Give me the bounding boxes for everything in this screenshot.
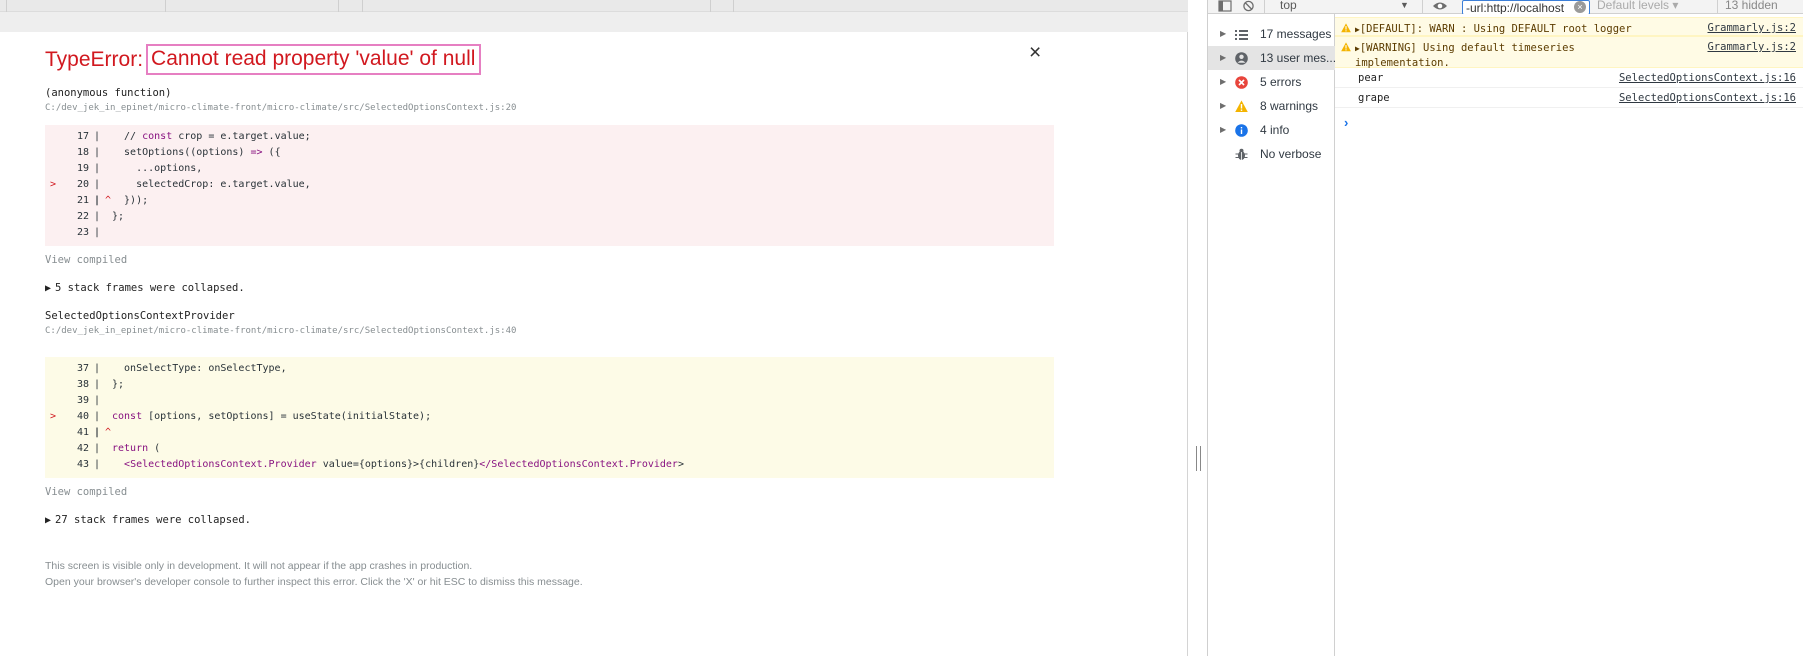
app-page: TypeError: Cannot read property 'value' … xyxy=(0,0,1205,656)
error-type: TypeError: xyxy=(45,47,144,71)
sidebar-item-verbose[interactable]: No verbose xyxy=(1208,142,1335,166)
clear-console-icon[interactable] xyxy=(1242,0,1255,12)
splitter-grip-icon[interactable] xyxy=(1196,446,1201,471)
sidebar-item-messages[interactable]: ▶ 17 messages xyxy=(1208,22,1335,46)
panel-splitter[interactable] xyxy=(1188,0,1207,656)
expand-triangle-icon[interactable]: ▶ xyxy=(1220,118,1226,142)
eye-icon[interactable] xyxy=(1432,0,1448,12)
info-icon xyxy=(1235,124,1248,137)
page-top-strip xyxy=(0,0,1205,12)
clear-filter-icon[interactable]: × xyxy=(1574,1,1586,13)
warning-icon xyxy=(1341,23,1351,33)
message-source-link[interactable]: Grammarly.js:2 xyxy=(1707,22,1796,34)
console-message-log[interactable]: grape SelectedOptionsContext.js:16 xyxy=(1335,88,1803,108)
error-message: Cannot read property 'value' of null xyxy=(146,44,482,75)
strip-divider xyxy=(733,0,734,12)
expand-triangle-icon[interactable]: ▶ xyxy=(1220,46,1226,70)
code-line: 18 | setOptions((options) => ({ xyxy=(76,147,281,158)
strip-divider xyxy=(710,0,711,12)
code-line: 23 | xyxy=(76,227,101,238)
strip-divider xyxy=(165,0,166,12)
toolbar-divider xyxy=(1422,0,1423,13)
strip-divider xyxy=(6,0,7,12)
view-compiled-link[interactable]: View compiled xyxy=(45,486,127,498)
console-prompt-icon[interactable]: › xyxy=(1344,115,1348,130)
code-line: 39 | xyxy=(76,395,101,406)
code-line-highlighted: >20 | selectedCrop: e.target.value, xyxy=(50,179,311,190)
console-message-warning[interactable]: ▶[DEFAULT]: WARN : Using DEFAULT root lo… xyxy=(1335,17,1803,36)
expand-triangle-icon[interactable]: ▶ xyxy=(1220,70,1226,94)
sidebar-item-errors[interactable]: ▶ 5 errors xyxy=(1208,70,1335,94)
context-selector[interactable]: top xyxy=(1280,0,1297,12)
warning-icon xyxy=(1235,100,1248,112)
console-message-log[interactable]: pear SelectedOptionsContext.js:16 xyxy=(1335,68,1803,88)
code-line: 22 |}; xyxy=(76,211,125,222)
message-source-link[interactable]: Grammarly.js:2 xyxy=(1707,41,1796,53)
context-dropdown-arrow-icon[interactable]: ▼ xyxy=(1400,0,1409,10)
console-messages: ▶[DEFAULT]: WARN : Using DEFAULT root lo… xyxy=(1335,14,1803,656)
view-compiled-link[interactable]: View compiled xyxy=(45,254,127,266)
sidebar-item-warnings[interactable]: ▶ 8 warnings xyxy=(1208,94,1335,118)
stack-frame-path: C:/dev_jek_in_epinet/micro-climate-front… xyxy=(45,103,517,113)
collapsed-frames-toggle[interactable]: ▶ 27 stack frames were collapsed. xyxy=(45,514,251,526)
console-toolbar: top ▼ × Default levels ▾ 13 hidden xyxy=(1208,0,1803,15)
toolbar-divider xyxy=(1717,0,1718,13)
console-filter-input[interactable] xyxy=(1462,0,1590,15)
code-snippet-context: 37 | onSelectType: onSelectType, 38 |}; 39… xyxy=(45,357,1054,478)
error-overlay: TypeError: Cannot read property 'value' … xyxy=(0,32,1188,656)
sidebar-item-info[interactable]: ▶ 4 info xyxy=(1208,118,1335,142)
code-snippet-error: 17 | // const crop = e.target.value; 18 | … xyxy=(45,125,1054,246)
footer-line: This screen is visible only in developme… xyxy=(45,560,473,572)
warning-icon xyxy=(1341,42,1351,52)
list-icon xyxy=(1235,30,1248,40)
error-icon xyxy=(1235,76,1248,89)
expand-triangle-icon: ▶ xyxy=(45,515,52,526)
console-sidebar: ▶ 17 messages ▶ 13 user mes... ▶ 5 error… xyxy=(1208,14,1335,656)
stack-frame-function: SelectedOptionsContextProvider xyxy=(45,310,235,322)
code-line: 38 |}; xyxy=(76,379,125,390)
strip-divider xyxy=(338,0,339,12)
toolbar-divider xyxy=(1264,0,1265,13)
expand-triangle-icon[interactable]: ▶ xyxy=(1220,22,1226,46)
bug-icon xyxy=(1235,148,1248,160)
code-line: 17 | // const crop = e.target.value; xyxy=(76,131,311,142)
code-line: 21 | ^ })); xyxy=(76,195,149,206)
message-source-link[interactable]: SelectedOptionsContext.js:16 xyxy=(1619,92,1796,104)
devtools-console-panel: top ▼ × Default levels ▾ 13 hidden ▶ 17 … xyxy=(1207,0,1803,656)
error-title: TypeError: Cannot read property 'value' … xyxy=(45,44,482,75)
message-text: ▶[DEFAULT]: WARN : Using DEFAULT root lo… xyxy=(1355,23,1632,35)
code-line: 37 | onSelectType: onSelectType, xyxy=(76,363,287,374)
console-message-warning[interactable]: ▶[WARNING] Using default timeseries impl… xyxy=(1335,36,1803,69)
code-line-highlighted: >40 | const [options, setOptions] = useSta… xyxy=(50,411,432,422)
code-line: 19 | ...options, xyxy=(76,163,203,174)
code-line: 43 | <SelectedOptionsContext.Provider val… xyxy=(76,459,684,470)
footer-note: This screen is visible only in developme… xyxy=(45,558,583,590)
collapsed-frames-toggle[interactable]: ▶ 5 stack frames were collapsed. xyxy=(45,282,245,294)
expand-triangle-icon: ▶ xyxy=(45,283,52,294)
message-text: ▶[WARNING] Using default timeseries impl… xyxy=(1355,42,1575,69)
toggle-sidebar-icon[interactable] xyxy=(1218,0,1232,12)
code-line: 42 | return ( xyxy=(76,443,161,454)
hidden-count: 13 hidden xyxy=(1725,0,1778,12)
user-icon xyxy=(1235,52,1248,65)
sidebar-item-user-messages[interactable]: ▶ 13 user mes... xyxy=(1208,46,1335,70)
code-line: 41 | ^ xyxy=(76,427,112,438)
footer-line: Open your browser's developer console to… xyxy=(45,576,583,588)
close-icon[interactable]: × xyxy=(1029,41,1041,65)
stack-frame-path: C:/dev_jek_in_epinet/micro-climate-front… xyxy=(45,326,517,336)
expand-triangle-icon[interactable]: ▶ xyxy=(1220,94,1226,118)
message-text: grape xyxy=(1358,92,1390,104)
message-text: pear xyxy=(1358,72,1384,84)
stack-frame-function: (anonymous function) xyxy=(45,87,172,99)
strip-divider xyxy=(362,0,363,12)
message-source-link[interactable]: SelectedOptionsContext.js:16 xyxy=(1619,72,1796,84)
log-levels-dropdown[interactable]: Default levels ▾ xyxy=(1597,0,1678,12)
